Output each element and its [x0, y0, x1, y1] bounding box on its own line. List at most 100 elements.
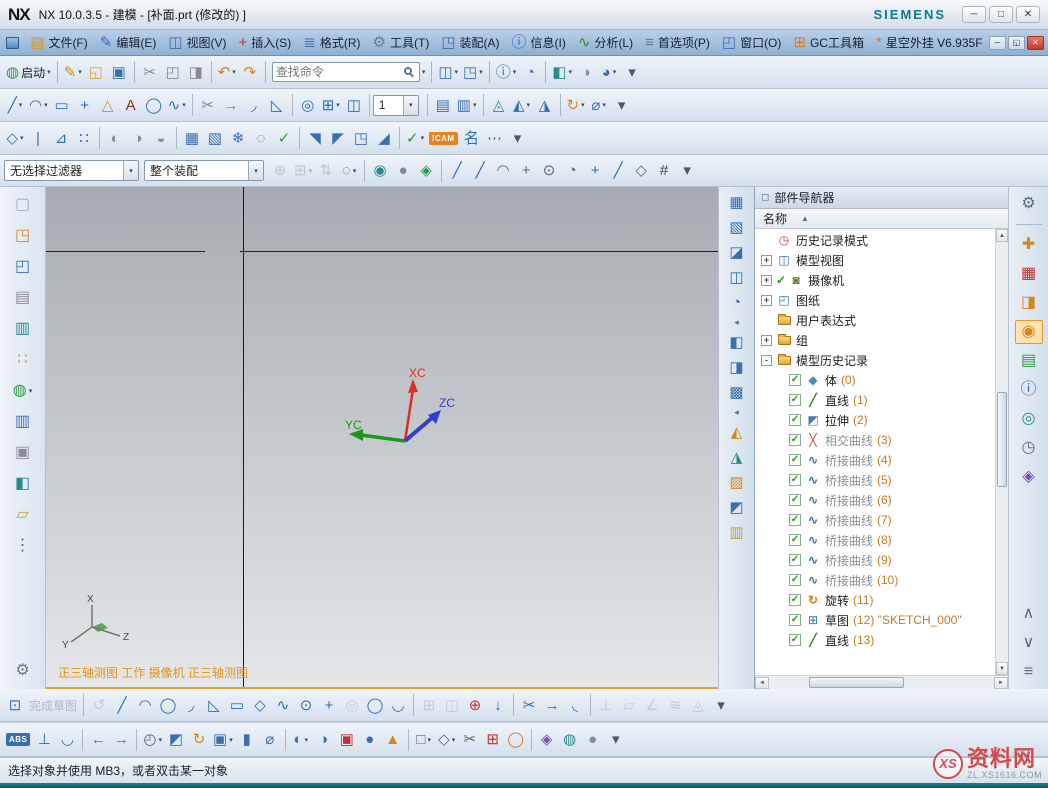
info-window-icon[interactable]: ⓘ▾ [494, 60, 519, 84]
polygon-icon[interactable]: ◇ [249, 693, 271, 717]
selection-filter-combo[interactable]: 无选择过滤器 ▾ [4, 160, 139, 181]
tree-item[interactable]: ✓桥接曲线(6) [755, 490, 995, 510]
render-style-icon[interactable]: ◕▾ [598, 60, 620, 84]
feature-checkbox[interactable]: ✓ [789, 474, 801, 486]
web-info-icon[interactable]: ⓘ [1015, 378, 1043, 402]
scrollbar-thumb[interactable] [997, 392, 1007, 487]
layer-combo[interactable]: 1 ▾ [373, 95, 419, 116]
chamfer-icon[interactable]: ◺ [203, 693, 225, 717]
horizontal-scrollbar[interactable]: ◄ ► [755, 675, 1008, 689]
menu-tools[interactable]: ⚙工具(T) [367, 33, 436, 53]
quadrant-point-icon[interactable]: ◔ [561, 159, 583, 183]
feature-checkbox[interactable]: ✓ [789, 374, 801, 386]
make-corner-icon[interactable]: ◟ [564, 693, 586, 717]
undo-icon[interactable]: ↶▾ [216, 60, 238, 84]
name-column-header[interactable]: 名称 [763, 210, 787, 227]
scroll-left-button[interactable]: ◄ [755, 677, 769, 689]
chevron-down-icon[interactable]: ▾ [581, 101, 585, 109]
datum-axis-icon[interactable]: | [27, 126, 49, 150]
chevron-down-icon[interactable]: ▾ [123, 161, 138, 180]
feature-checkbox[interactable]: ✓ [789, 554, 801, 566]
panel-menu-icon[interactable]: ≡ [1015, 660, 1043, 684]
render-ball-icon[interactable]: ● [582, 728, 604, 752]
menu-file[interactable]: ▤文件(F) [24, 33, 94, 53]
menu-analysis[interactable]: ∿分析(L) [572, 33, 639, 53]
clip-section-icon[interactable]: ◨ [724, 356, 750, 378]
chevron-down-icon[interactable]: ▾ [19, 101, 23, 109]
doc-minimize-button[interactable]: ─ [989, 36, 1006, 50]
tree-item[interactable]: ✓桥接曲线(8) [755, 530, 995, 550]
vertical-scrollbar[interactable]: ▲ ▼ [995, 229, 1008, 675]
chevron-down-icon[interactable]: ▾ [353, 167, 357, 175]
feature-checkbox[interactable]: ✓ [789, 494, 801, 506]
fillet-icon[interactable]: ◞ [180, 693, 202, 717]
name-tool-icon[interactable]: 名 [461, 126, 483, 150]
minimize-button[interactable]: ─ [962, 6, 986, 23]
command-finder-icon[interactable]: ◔ [519, 60, 541, 84]
roles-gear-icon[interactable]: ⚙ [9, 659, 37, 683]
unite-icon[interactable]: ◐▾ [290, 728, 312, 752]
chevron-down-icon[interactable]: ▾ [455, 68, 459, 76]
unite-icon[interactable]: ◐ [104, 126, 126, 150]
library-icon[interactable]: ▤ [1015, 349, 1043, 373]
menu-preferences[interactable]: ≡首选项(P) [639, 33, 716, 53]
chevron-down-icon[interactable]: ▾ [158, 736, 162, 744]
chevron-down-icon[interactable]: ▾ [513, 68, 517, 76]
revolve-icon[interactable]: ↻ [188, 728, 210, 752]
end-point-icon[interactable]: ╱ [446, 159, 468, 183]
shaded-ball-icon[interactable]: ● [392, 159, 414, 183]
edge-blend-icon[interactable]: ◥ [304, 126, 326, 150]
sketch-line-vertical[interactable] [243, 187, 244, 687]
measure-icon[interactable]: ⌀▾ [588, 93, 610, 117]
text-icon[interactable]: A [120, 93, 142, 117]
rectangle-icon[interactable]: ▭ [51, 93, 73, 117]
feature-checkbox[interactable]: ✓ [789, 594, 801, 606]
tile-windows-icon[interactable]: ◳▾ [461, 60, 485, 84]
tree-item[interactable]: ✓直线(13) [755, 630, 995, 650]
circle-diameter-icon[interactable]: ⊙ [295, 693, 317, 717]
feature-checkbox[interactable]: ✓ [789, 634, 801, 646]
hscrollbar-track[interactable] [769, 677, 994, 689]
intersection-point-icon[interactable]: + [515, 159, 537, 183]
tree-item[interactable]: ✓直线(1) [755, 390, 995, 410]
redo-icon[interactable]: ↷ [239, 60, 261, 84]
trim-curve-icon[interactable]: ✂ [197, 93, 219, 117]
navigator-column-header[interactable]: 名称 ▲ [755, 209, 1008, 229]
grid-point-icon[interactable]: # [653, 159, 675, 183]
quick-extend-icon[interactable]: → [541, 693, 563, 717]
orange-circle-icon[interactable]: ◯ [505, 728, 527, 752]
snap-enable-icon[interactable]: ◈ [415, 159, 437, 183]
history-palette-icon[interactable]: ◎ [1015, 407, 1043, 431]
line-icon[interactable]: ╱▾ [4, 93, 26, 117]
chevron-down-icon[interactable]: ▾ [568, 68, 572, 76]
tree-expand-toggle[interactable]: - [761, 355, 772, 366]
material-icon[interactable]: ◍ [559, 728, 581, 752]
intersect-point-icon[interactable]: ⊕ [464, 693, 486, 717]
hscrollbar-thumb[interactable] [809, 677, 904, 688]
diamond-tool-icon[interactable]: ◇▾ [436, 728, 458, 752]
orient-view-icon[interactable]: ◴▾ [141, 728, 164, 752]
tree-item[interactable]: ✓桥接曲线(7) [755, 510, 995, 530]
chevron-down-icon[interactable]: ▾ [602, 101, 606, 109]
chevron-down-icon[interactable]: ▾ [421, 134, 425, 142]
paste-icon[interactable]: ◨ [185, 60, 207, 84]
chevron-down-icon[interactable]: ▾ [422, 68, 426, 76]
tree-item[interactable]: +✓摄像机 [755, 270, 995, 290]
overflow-chevron-icon[interactable]: ▾ [621, 60, 643, 84]
settings-gear-icon[interactable]: ⚙ [1015, 192, 1043, 216]
history-icon[interactable]: ▥ [9, 410, 37, 434]
constraint-navigator-icon[interactable]: ◰ [9, 255, 37, 279]
scrollbar-track[interactable] [996, 242, 1008, 662]
pattern-feature-icon[interactable]: ⊞ [482, 728, 504, 752]
command-search-input[interactable] [276, 65, 402, 79]
reflection-icon[interactable]: ◫ [724, 266, 750, 288]
feature-checkbox[interactable]: ✓ [789, 574, 801, 586]
project-curve-icon[interactable]: ↓ [487, 693, 509, 717]
trim-body-icon[interactable]: ◤ [327, 126, 349, 150]
isocline-icon[interactable]: ▨ [724, 471, 750, 493]
swept-icon[interactable]: ▧ [204, 126, 226, 150]
menu-insert[interactable]: +插入(S) [233, 33, 298, 53]
point-icon[interactable]: + [318, 693, 340, 717]
menu-gc-toolbox[interactable]: ⊞GC工具箱 [787, 33, 870, 53]
chevron-down-icon[interactable]: ▾ [47, 68, 51, 76]
